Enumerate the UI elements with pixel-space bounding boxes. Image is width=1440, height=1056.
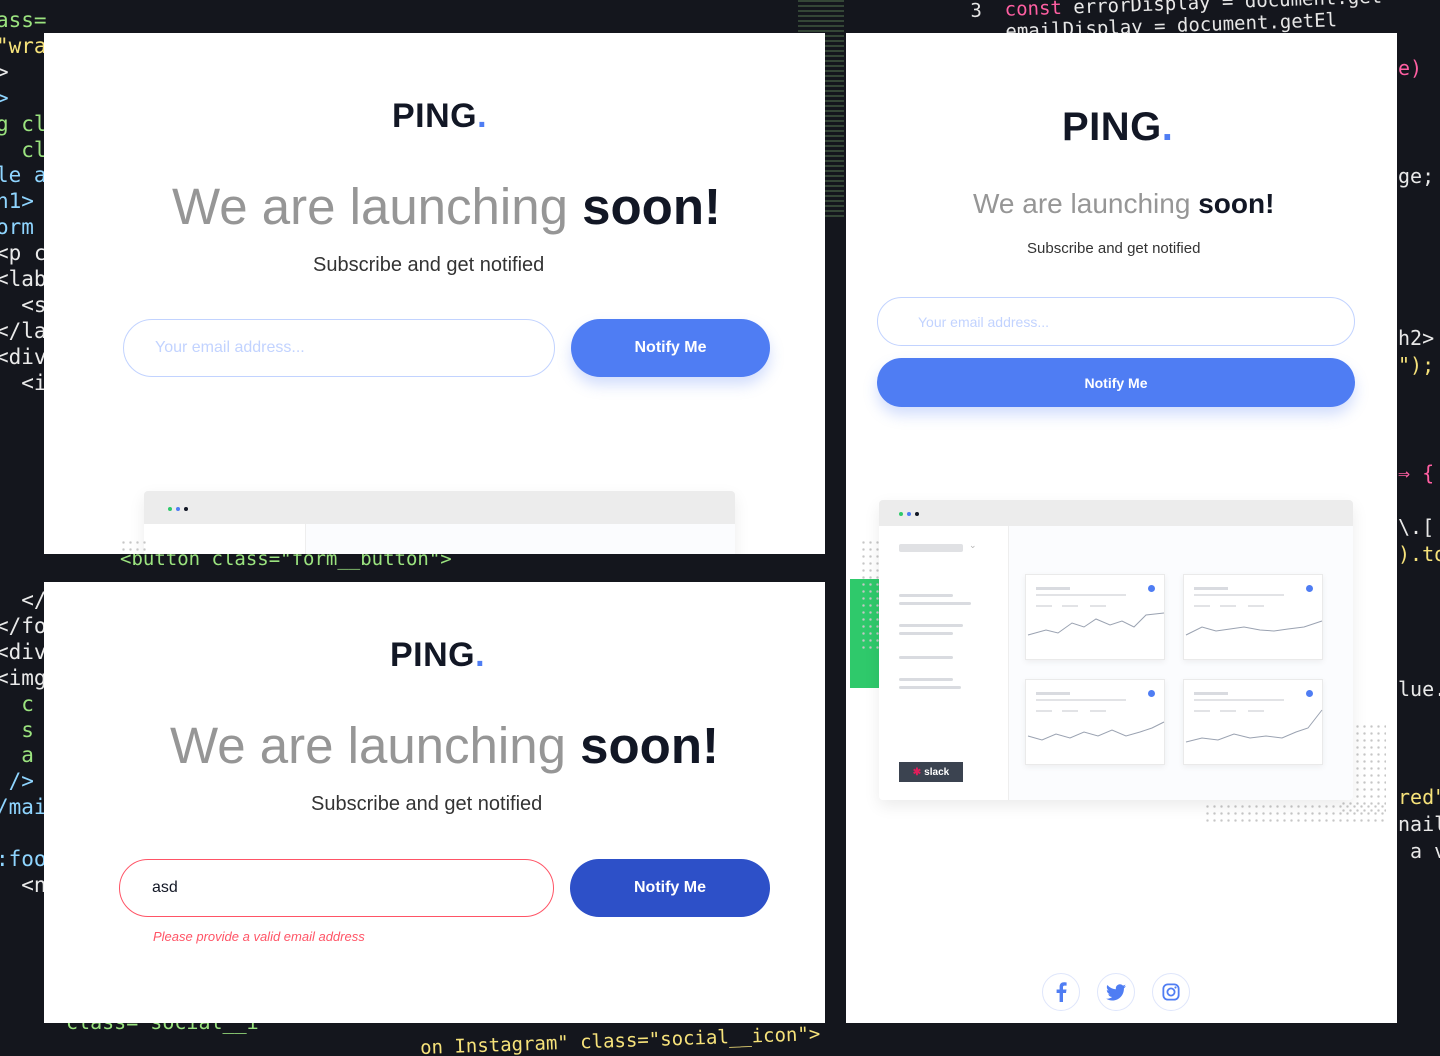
code-line: ge; [1398,164,1435,188]
twitter-icon[interactable] [1097,973,1135,1011]
email-placeholder: Your email address... [155,339,305,356]
instagram-glyph [1162,983,1180,1001]
subtitle: Subscribe and get notified [1027,240,1201,257]
email-error-message: Please provide a valid email address [153,929,365,944]
logo-dot: . [477,97,488,135]
headline-bold: soon! [1198,188,1275,219]
subtitle: Subscribe and get notified [313,254,545,276]
code-line: a v [1410,839,1440,863]
code-line: \.[ [1398,515,1435,539]
logo-text: PING [392,97,478,135]
logo-dot: . [475,636,486,674]
email-input[interactable]: Your email address... [123,319,555,377]
code-line: h2> [1398,326,1435,350]
instagram-icon[interactable] [1152,973,1190,1011]
dashboard-sidebar [144,524,306,554]
headline-light: We are launching [172,178,583,235]
window-dots-icon [899,512,919,516]
stat-card [1025,679,1165,765]
code-instagram-text: on Instagram" class= [419,1029,650,1056]
headline: We are launching soon! [170,716,719,775]
dashboard-sidebar: ⌄ ✱ slack [879,526,1009,800]
desktop-error-screenshot: PING. We are launching soon! Subscribe a… [44,582,825,1023]
logo-text: PING [1062,105,1162,149]
chevron-down-icon: ⌄ [969,540,977,550]
sidebar-line [899,632,953,635]
slack-badge: ✱ slack [899,762,963,782]
stat-card [1025,574,1165,660]
sidebar-line [899,594,953,597]
sidebar-line [899,602,971,605]
code-line: ).to [1398,542,1440,566]
logo: PING. [392,97,487,136]
notify-button-active[interactable]: Notify Me [570,859,770,917]
dashboard-topbar [144,491,735,524]
logo: PING. [390,636,485,675]
slack-icon: ✱ [912,766,922,778]
desktop-default-screenshot: PING. We are launching soon! Subscribe a… [44,33,825,554]
logo: PING. [1062,105,1173,150]
email-placeholder: Your email address... [918,313,1049,330]
sidebar-line [899,656,953,659]
code-line: "); [1398,353,1435,377]
code-line: nail [1398,812,1440,836]
headline-light: We are launching [973,188,1199,219]
sparkline-chart [1027,587,1165,636]
headline: We are launching soon! [973,188,1274,220]
code-line-instagram: on Instagram" class="social__icon"> [420,1023,821,1056]
code-line: lue. [1398,677,1440,701]
headline-bold: soon! [582,178,721,235]
code-line: e) [1398,56,1423,80]
headline: We are launching soon! [172,177,721,236]
dashboard-preview: ⌄ ✱ slack [879,500,1353,800]
subtitle: Subscribe and get notified [311,793,543,815]
code-line: red" [1398,785,1440,809]
mobile-screenshot: PING. We are launching soon! Subscribe a… [846,33,1397,1023]
sidebar-line [899,678,953,681]
stat-card [1183,679,1323,765]
sparkline-chart [1027,692,1165,741]
facebook-glyph [1056,982,1067,1002]
headline-light: We are launching [170,717,581,774]
logo-text: PING [390,636,476,674]
dashboard-preview [144,491,735,554]
facebook-icon[interactable] [1042,973,1080,1011]
sidebar-line [899,686,961,689]
headline-bold: soon! [580,717,719,774]
sparkline-chart [1185,692,1323,743]
code-social-icon-text: "social__icon"> [648,1023,821,1051]
email-input-error[interactable]: asd [119,859,554,917]
dot-pattern-bottom [1204,803,1384,823]
notify-button[interactable]: Notify Me [877,358,1355,407]
email-value: asd [152,879,178,896]
slack-label: slack [924,766,950,778]
dashboard-topbar [879,500,1353,526]
notify-button[interactable]: Notify Me [571,319,770,377]
dot-pattern [120,539,148,554]
window-dots-icon [168,507,188,511]
sidebar-line [899,624,963,627]
code-line: ⇒ { [1398,461,1435,485]
stat-card [1183,574,1323,660]
twitter-glyph [1106,983,1126,1000]
logo-dot: . [1161,105,1174,149]
email-input[interactable]: Your email address... [877,297,1355,346]
sidebar-search-bar [899,544,963,552]
sparkline-chart [1185,587,1323,636]
